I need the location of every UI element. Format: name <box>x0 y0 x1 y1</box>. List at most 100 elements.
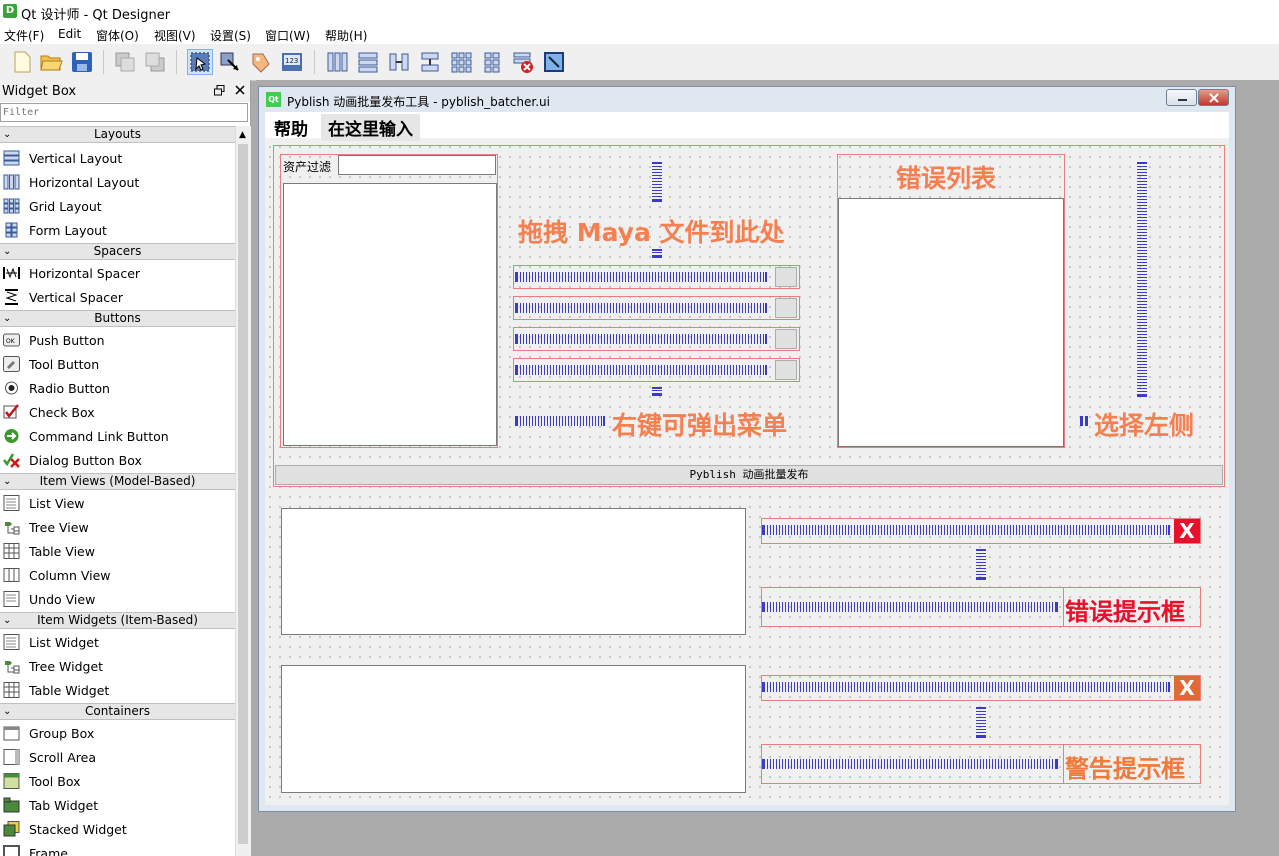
menu-form[interactable]: 窗体(O) <box>96 27 139 44</box>
new-file-icon[interactable] <box>10 50 34 74</box>
row-button[interactable] <box>775 360 797 380</box>
close-panel-icon[interactable] <box>235 85 245 95</box>
category-spacers[interactable]: ⌄ Spacers <box>0 243 235 260</box>
bring-to-front-icon[interactable] <box>143 50 167 74</box>
lay-out-horizontal-splitter-icon[interactable] <box>387 50 411 74</box>
widget-group-box[interactable]: Group Box <box>0 721 235 745</box>
widget-push-button[interactable]: OK Push Button <box>0 328 235 352</box>
form-menu-help[interactable]: 帮助 <box>274 115 308 140</box>
publish-button[interactable]: Pyblish 动画批量发布 <box>275 465 1223 485</box>
adjust-size-icon[interactable] <box>542 50 566 74</box>
widget-frame[interactable]: Frame <box>0 841 235 856</box>
widget-tool-box[interactable]: Tool Box <box>0 769 235 793</box>
horizontal-layout-icon <box>3 174 20 190</box>
error-list[interactable] <box>838 198 1064 447</box>
widget-check-box[interactable]: Check Box <box>0 400 235 424</box>
widget-horizontal-spacer[interactable]: Horizontal Spacer <box>0 261 235 285</box>
close-warning-button[interactable]: X <box>1174 676 1200 700</box>
float-panel-icon[interactable] <box>214 85 225 96</box>
vertical-spacer <box>1137 162 1147 397</box>
widget-tool-button[interactable]: Tool Button <box>0 352 235 376</box>
category-layouts[interactable]: ⌄ Layouts <box>0 126 235 143</box>
lay-out-horizontally-icon[interactable] <box>325 50 349 74</box>
table-widget-icon <box>3 682 20 698</box>
widget-tree-view[interactable]: Tree View <box>0 515 235 539</box>
menu-view[interactable]: 视图(V) <box>154 27 196 44</box>
widget-grid-layout[interactable]: Grid Layout <box>0 194 235 218</box>
widget-column-view[interactable]: Column View <box>0 563 235 587</box>
asset-list[interactable] <box>283 183 497 446</box>
widget-list: ⌄ Layouts Vertical Layout Horizontal Layo… <box>0 126 235 856</box>
close-form-button[interactable] <box>1198 89 1229 106</box>
widget-box-header: Widget Box <box>0 80 250 102</box>
grid-layout-icon <box>3 198 20 214</box>
break-layout-icon[interactable] <box>511 50 535 74</box>
widget-tree-widget[interactable]: Tree Widget <box>0 654 235 678</box>
open-folder-icon[interactable] <box>39 50 63 74</box>
widget-vertical-layout[interactable]: Vertical Layout <box>0 146 235 170</box>
lay-out-vertical-splitter-icon[interactable] <box>418 50 442 74</box>
widget-command-link-button[interactable]: Command Link Button <box>0 424 235 448</box>
widget-vertical-spacer[interactable]: Vertical Spacer <box>0 285 235 309</box>
category-item-widgets[interactable]: ⌄ Item Widgets (Item-Based) <box>0 612 235 629</box>
menu-edit[interactable]: Edit <box>58 27 81 41</box>
menu-settings[interactable]: 设置(S) <box>210 27 251 44</box>
edit-buddies-icon[interactable] <box>249 50 273 74</box>
widget-table-view[interactable]: Table View <box>0 539 235 563</box>
widget-filter-input[interactable] <box>0 103 248 122</box>
tab-widget-icon <box>3 797 20 813</box>
error-text-box[interactable] <box>281 508 746 635</box>
widget-table-widget[interactable]: Table Widget <box>0 678 235 702</box>
form-menu-type-here[interactable]: 在这里输入 <box>321 114 420 141</box>
menu-file[interactable]: 文件(F) <box>4 27 44 44</box>
widget-radio-button[interactable]: Radio Button <box>0 376 235 400</box>
save-icon[interactable] <box>70 50 94 74</box>
lay-out-grid-icon[interactable] <box>449 50 473 74</box>
category-buttons[interactable]: ⌄ Buttons <box>0 310 235 327</box>
scroll-up-icon[interactable]: ▲ <box>239 130 246 140</box>
edit-signals-slots-icon[interactable] <box>218 50 242 74</box>
edit-widgets-icon[interactable] <box>187 49 213 75</box>
lay-out-form-icon[interactable] <box>480 50 504 74</box>
tree-view-icon <box>5 522 20 535</box>
widget-list-view[interactable]: List View <box>0 491 235 515</box>
horizontal-spacer <box>1080 416 1088 426</box>
window-title: Qt 设计师 - Qt Designer <box>21 8 171 23</box>
form-window[interactable]: Qt Pyblish 动画批量发布工具 - pyblish_batcher.ui… <box>258 86 1236 812</box>
warning-text-box[interactable] <box>281 665 746 793</box>
widget-list-widget[interactable]: List Widget <box>0 630 235 654</box>
lay-out-vertically-icon[interactable] <box>356 50 380 74</box>
category-item-views[interactable]: ⌄ Item Views (Model-Based) <box>0 473 235 490</box>
widget-stacked-widget[interactable]: Stacked Widget <box>0 817 235 841</box>
horizontal-spacer <box>515 334 767 344</box>
form-menubar: 帮助 在这里输入 <box>265 112 1229 141</box>
frame-icon <box>3 845 20 856</box>
row-button[interactable] <box>775 329 797 349</box>
minimize-button[interactable] <box>1166 89 1197 106</box>
vertical-spacer <box>652 387 662 396</box>
menu-window[interactable]: 窗口(W) <box>265 27 310 44</box>
menu-help[interactable]: 帮助(H) <box>325 27 367 44</box>
dialog-button-box-icon <box>3 453 20 468</box>
category-containers[interactable]: ⌄ Containers <box>0 703 235 720</box>
widget-box-scrollbar[interactable]: ▲ <box>235 126 251 856</box>
horizontal-spacer <box>515 272 767 282</box>
asset-filter-input[interactable] <box>338 155 496 175</box>
close-error-button[interactable]: X <box>1174 519 1200 543</box>
send-to-back-icon[interactable] <box>113 50 137 74</box>
widget-scroll-area[interactable]: Scroll Area <box>0 745 235 769</box>
widget-dialog-button-box[interactable]: Dialog Button Box <box>0 448 235 472</box>
widget-undo-view[interactable]: Undo View <box>0 587 235 611</box>
widget-horizontal-layout[interactable]: Horizontal Layout <box>0 170 235 194</box>
list-widget-icon <box>3 634 20 650</box>
right-click-hint: 右键可弹出菜单 <box>612 411 788 440</box>
row-button[interactable] <box>775 298 797 318</box>
tree-widget-icon <box>5 661 20 674</box>
row-button[interactable] <box>775 267 797 287</box>
scrollbar-thumb[interactable] <box>238 144 248 844</box>
widget-form-layout[interactable]: Form Layout <box>0 218 235 242</box>
chevron-down-icon: ⌄ <box>3 706 12 717</box>
edit-tab-order-icon[interactable]: 123 <box>280 50 304 74</box>
radio-button-icon <box>5 381 18 395</box>
widget-tab-widget[interactable]: Tab Widget <box>0 793 235 817</box>
